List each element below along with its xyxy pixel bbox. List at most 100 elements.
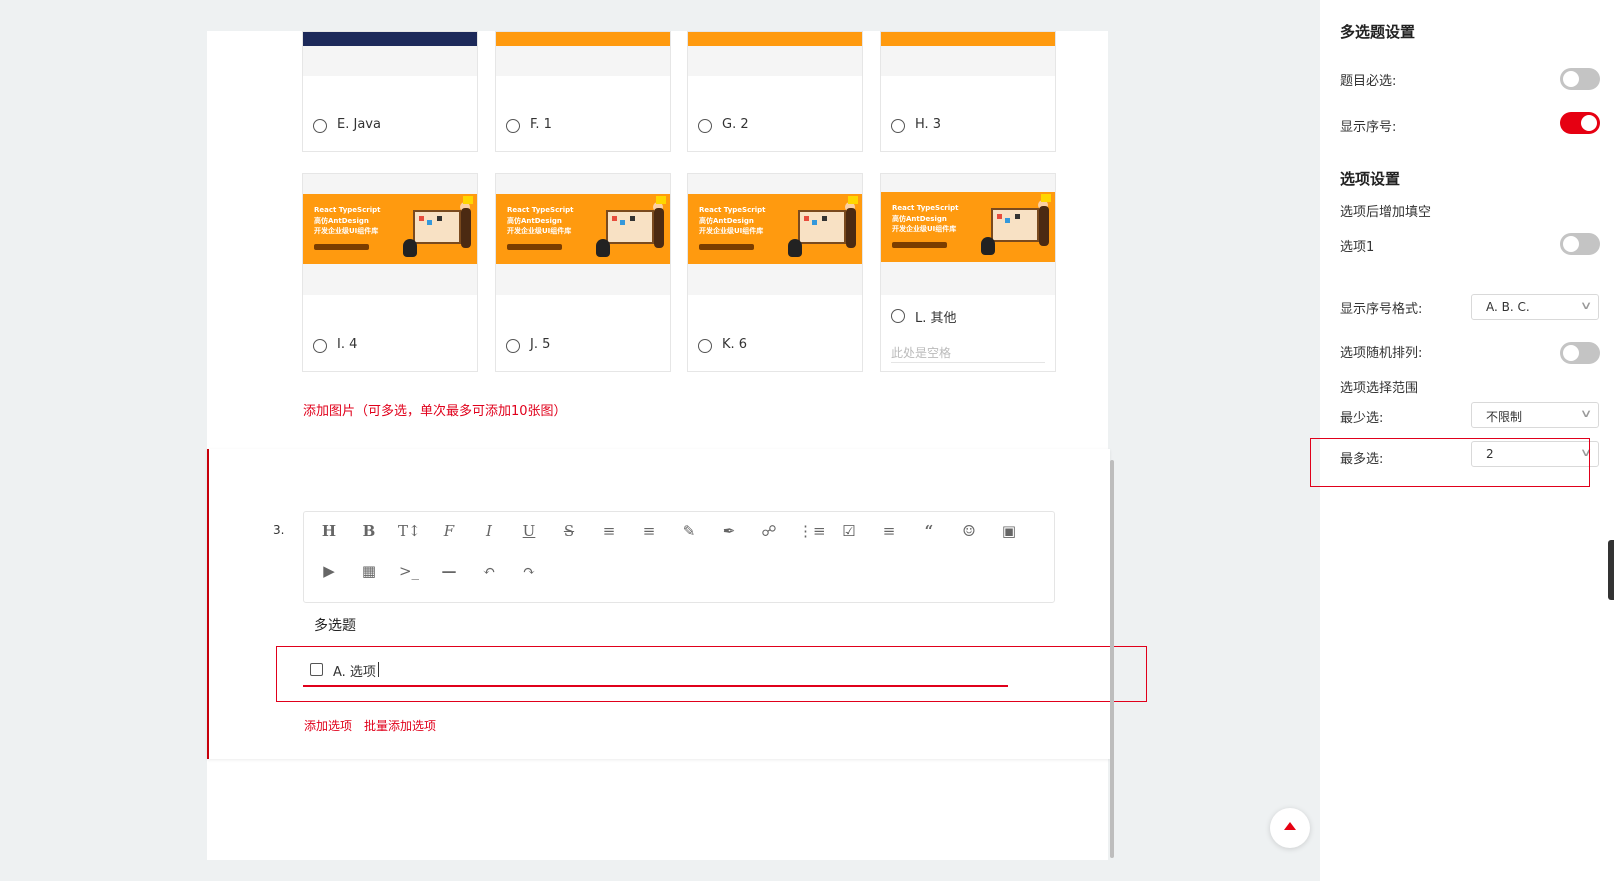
option1-fill-toggle[interactable] [1560,233,1600,255]
chevron-down-icon: ∨ [1579,407,1593,420]
course-banner-image: React TypeScript 高仿AntDesign 开发企业级UI组件库 [688,194,862,264]
strikethrough-icon[interactable]: S [558,520,580,542]
option-card-g[interactable]: G. 2 [687,31,863,152]
line-height-icon[interactable]: ≡ [638,520,660,542]
question-number: 3. [273,523,285,537]
option-label: E. Java [337,117,381,132]
min-select-label: 最少选: [1340,411,1384,426]
required-toggle[interactable] [1560,68,1600,90]
list-icon[interactable]: ⋮≡ [798,520,826,542]
back-to-top-button[interactable] [1270,808,1310,848]
banner-person [1039,206,1049,246]
option-image [881,32,1055,46]
indent-icon[interactable]: ≡ [598,520,620,542]
max-select-highlight-box [1310,438,1590,487]
arrow-up-icon [1284,822,1296,830]
option-label: I. 4 [337,337,358,352]
banner-board [606,210,654,244]
radio-button[interactable] [698,119,712,133]
random-order-toggle[interactable] [1560,342,1600,364]
radio-button[interactable] [506,339,520,353]
option-card-e[interactable]: E. Java [302,31,478,152]
option-label: F. 1 [530,117,552,132]
radio-button[interactable] [698,339,712,353]
fill-after-option-label: 选项后增加填空 [1340,205,1432,220]
question-block[interactable] [207,449,1110,759]
banner-text: 开发企业级UI组件库 [699,227,764,235]
video-icon[interactable]: ▶ [318,560,340,582]
option-card-j[interactable]: React TypeScript 高仿AntDesign 开发企业级UI组件库 … [495,173,671,372]
option-label: K. 6 [722,337,748,352]
image-padding [496,46,670,76]
option-card-i[interactable]: React TypeScript 高仿AntDesign 开发企业级UI组件库 … [302,173,478,372]
banner-button [699,244,754,250]
radio-button[interactable] [506,119,520,133]
question-title[interactable]: 多选题 [314,615,356,635]
toggle-knob [1563,71,1579,87]
panel-scroll-handle[interactable] [1608,540,1614,600]
show-number-label: 显示序号: [1340,120,1397,135]
banner-button [314,244,369,250]
banner-button [507,244,562,250]
option-card-l[interactable]: React TypeScript 高仿AntDesign 开发企业级UI组件库 … [880,173,1056,372]
option1-label: 选项1 [1340,240,1375,255]
banner-tag [848,196,858,204]
image-icon[interactable]: ▣ [998,520,1020,542]
radio-button[interactable] [891,119,905,133]
option-text-input[interactable]: A. 选项 [333,661,376,680]
code-icon[interactable]: >_ [398,560,420,582]
toggle-knob [1581,115,1597,131]
banner-text: 开发企业级UI组件库 [314,227,379,235]
option-card-k[interactable]: React TypeScript 高仿AntDesign 开发企业级UI组件库 … [687,173,863,372]
option-card-f[interactable]: F. 1 [495,31,671,152]
font-size-icon[interactable]: T↕ [398,520,421,542]
number-format-select[interactable]: A. B. C. ∨ [1471,294,1599,320]
number-format-label: 显示序号格式: [1340,302,1423,317]
quote-icon[interactable]: “ [918,520,940,542]
min-select-dropdown[interactable]: 不限制 ∨ [1471,402,1599,428]
add-image-link[interactable]: 添加图片（可多选，单次最多可添加10张图） [303,400,567,419]
batch-add-option-link[interactable]: 批量添加选项 [364,717,436,734]
random-order-label: 选项随机排列: [1340,346,1423,361]
text-cursor [378,662,379,677]
show-number-toggle[interactable] [1560,112,1600,134]
option-highlight-box [276,646,1147,702]
option-label: J. 5 [530,337,551,352]
course-banner-image: React TypeScript 高仿AntDesign 开发企业级UI组件库 [881,192,1055,262]
table-icon[interactable]: ▦ [358,560,380,582]
undo-icon[interactable]: ↶ [478,560,500,582]
canvas-scrollbar[interactable] [1110,460,1114,858]
fill-blank-input[interactable]: 此处是空格 [891,342,1045,363]
option-checkbox[interactable] [310,663,323,676]
underline-icon[interactable]: U [518,520,540,542]
banner-text: 高仿AntDesign [314,217,369,225]
radio-button[interactable] [313,119,327,133]
add-option-link[interactable]: 添加选项 [304,717,352,734]
option-label: G. 2 [722,117,749,132]
justify-icon[interactable]: ≡ [878,520,900,542]
banner-board [991,208,1039,242]
banner-text: React TypeScript [507,206,574,214]
link-icon[interactable]: ☍ [758,520,780,542]
banner-text: 高仿AntDesign [507,217,562,225]
option-image [303,32,477,46]
image-padding [688,46,862,76]
banner-text: 开发企业级UI组件库 [892,225,957,233]
redo-icon[interactable]: ↷ [518,560,540,582]
image-padding [303,46,477,76]
emoticon-icon[interactable]: ☺ [958,520,980,542]
text-color-icon[interactable]: ✎ [678,520,700,542]
radio-button[interactable] [313,339,327,353]
background-color-icon[interactable]: ✒ [718,520,740,542]
bold-icon[interactable]: B [358,520,380,542]
divider-icon[interactable]: — [438,560,460,582]
todo-icon[interactable]: ☑ [838,520,860,542]
font-family-icon[interactable]: F [438,520,460,542]
banner-button [892,242,947,248]
option-card-h[interactable]: H. 3 [880,31,1056,152]
italic-icon[interactable]: I [478,520,500,542]
heading-icon[interactable]: H [318,520,340,542]
radio-button[interactable] [891,309,905,323]
rich-text-toolbar: H B T↕ F I U S ≡ ≡ ✎ ✒ ☍ ⋮≡ ☑ ≡ “ ☺ ▣ ▶ … [303,511,1055,603]
option-settings-title: 选项设置 [1340,170,1401,188]
